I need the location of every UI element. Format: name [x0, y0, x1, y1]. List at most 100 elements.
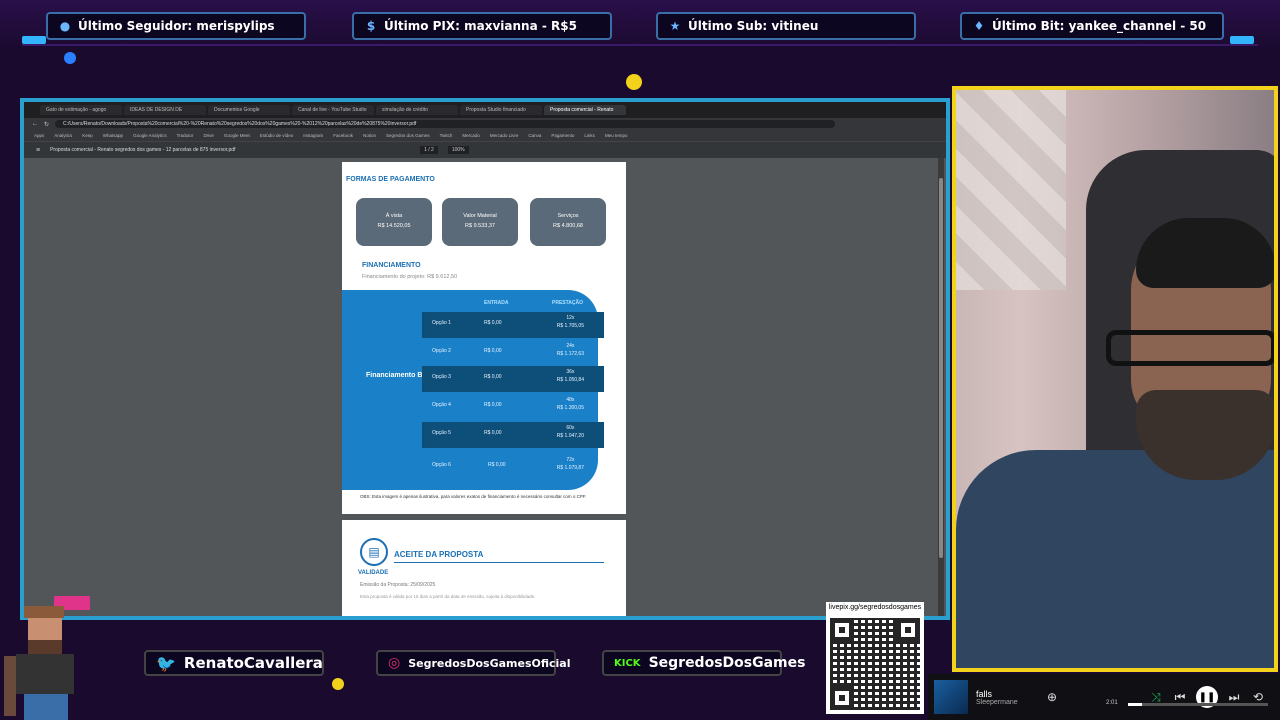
- payment-option: À vista R$ 14.520,05: [356, 198, 432, 246]
- deco-dot: [64, 52, 76, 64]
- screen-capture: Gato de estimação - agogo IDEAS DE DESIG…: [20, 98, 950, 620]
- financing-row: Opção 2 R$ 0,00 24x R$ 1.172,63: [422, 340, 604, 366]
- qr-code: [826, 614, 924, 714]
- bookmark[interactable]: Tradutor: [177, 133, 194, 138]
- row-option: Opção 3: [432, 374, 451, 380]
- financing-panel: Financiamento BV ENTRADA PRESTAÇÃO Opção…: [342, 290, 604, 490]
- browser-tab[interactable]: Canal de live - YouTube Studio: [292, 105, 374, 115]
- validity-line: Emissão da Proposta: 25/09/2025: [360, 582, 436, 588]
- url-field[interactable]: C:/Users/Renato/Downloads/Proposta%20com…: [55, 120, 836, 128]
- instagram-handle: SegredosDosGamesOficial: [408, 656, 571, 670]
- streamer-shirt: [956, 450, 1274, 668]
- row-term: 60x: [566, 425, 575, 431]
- deco-dot: [332, 678, 344, 690]
- row-amount: R$ 1.079,87: [556, 464, 584, 471]
- deco-bar: [1230, 36, 1254, 44]
- browser-tab-active[interactable]: Proposta comercial - Renato: [544, 105, 626, 115]
- reload-icon[interactable]: ↻: [44, 121, 49, 128]
- last-bit-text: Último Bit: yankee_channel - 50: [992, 19, 1207, 33]
- financing-label: Financiamento BV: [366, 372, 428, 379]
- browser-tab[interactable]: simulação de crédito: [376, 105, 458, 115]
- twitter-badge: 🐦 RenatoCavallera: [144, 650, 324, 676]
- bookmark[interactable]: Google Analytics: [133, 133, 167, 138]
- financing-title: FINANCIAMENTO: [362, 262, 421, 269]
- browser-tab[interactable]: IDEAS DE DESIGN DE: [124, 105, 206, 115]
- validity-note: Esta proposta é válida por 15 dias a par…: [360, 594, 536, 599]
- progress-track[interactable]: [1128, 703, 1268, 706]
- browser-tab[interactable]: Proposta Studio financiado: [460, 105, 542, 115]
- bookmark[interactable]: Mercado Livre: [490, 133, 519, 138]
- row-term: 36x: [566, 369, 575, 375]
- bookmark[interactable]: Canva: [528, 133, 541, 138]
- financing-row: Opção 3 R$ 0,00 36x R$ 1.050,84: [422, 366, 604, 392]
- browser-tab[interactable]: Gato de estimação - agogo: [40, 105, 122, 115]
- scrollbar[interactable]: [938, 158, 944, 616]
- divider: [22, 44, 1258, 46]
- bookmark[interactable]: Meu tempo: [605, 133, 628, 138]
- payment-option: Serviços R$ 4.800,68: [530, 198, 606, 246]
- payment-value: R$ 14.520,05: [377, 222, 411, 229]
- row-amount: R$ 1.050,84: [556, 376, 584, 383]
- bookmark[interactable]: Segredos dos Games: [386, 133, 430, 138]
- bookmark[interactable]: Apps: [34, 133, 44, 138]
- zoom-level[interactable]: 100%: [447, 146, 469, 154]
- deco-bar: [22, 36, 46, 44]
- qr-pattern: [830, 618, 920, 710]
- bookmark[interactable]: Notion: [363, 133, 376, 138]
- bookmark[interactable]: Whatsapp: [103, 133, 123, 138]
- bookmark[interactable]: Links: [584, 133, 595, 138]
- pdf-title: Proposta comercial - Renato segredos dos…: [50, 147, 236, 153]
- bookmark[interactable]: Mercado: [462, 133, 480, 138]
- alerts-bar: ● Último Seguidor: merispylips $ Último …: [0, 0, 1280, 50]
- payment-label: Valor Material: [463, 213, 497, 219]
- star-icon: ★: [669, 19, 681, 33]
- bookmark[interactable]: Facebook: [333, 133, 353, 138]
- financing-row: Opção 6 R$ 0,00 72x R$ 1.079,87: [422, 454, 604, 480]
- bookmark[interactable]: Analytics: [54, 133, 72, 138]
- validity-title: VALIDADE: [358, 570, 389, 576]
- row-amount: R$ 1.300,05: [556, 404, 584, 411]
- col-installment: PRESTAÇÃO: [552, 300, 584, 306]
- pacman-icon: [626, 74, 642, 90]
- playback-time: 2:01: [1106, 700, 1118, 706]
- pdf-toolbar: ≡ Proposta comercial - Renato segredos d…: [24, 142, 946, 158]
- row-term: 48x: [566, 397, 575, 403]
- qr-finder: [830, 618, 854, 642]
- back-icon[interactable]: ←: [32, 121, 38, 127]
- music-player: falls Sleepermane ⊕ ⤨ ⏮ ❚❚ ⏭ ⟲: [928, 674, 1280, 720]
- last-bit-alert: ♦ Último Bit: yankee_channel - 50: [960, 12, 1224, 40]
- repeat-icon[interactable]: ⟲: [1250, 690, 1266, 704]
- bookmark[interactable]: Instagram: [303, 133, 323, 138]
- streamer-hair: [1136, 218, 1274, 288]
- webcam-feed: [952, 86, 1278, 672]
- bookmark[interactable]: Twitch: [440, 133, 453, 138]
- row-option: Opção 4: [432, 402, 451, 408]
- row-entry: R$ 0,00: [484, 402, 502, 408]
- bookmark[interactable]: Google Meet: [224, 133, 250, 138]
- browser-tab[interactable]: Documentos Google: [208, 105, 290, 115]
- row-entry: R$ 0,00: [484, 430, 502, 436]
- bookmark[interactable]: Pagamento: [551, 133, 574, 138]
- row-term: 12x: [566, 315, 575, 321]
- payment-option: Valor Material R$ 9.533,37: [442, 198, 518, 246]
- row-amount: R$ 1.172,63: [556, 350, 584, 357]
- pdf-viewer: FORMAS DE PAGAMENTO À vista R$ 14.520,05…: [24, 158, 946, 616]
- browser-tabs: Gato de estimação - agogo IDEAS DE DESIG…: [24, 102, 946, 118]
- menu-icon[interactable]: ≡: [36, 147, 40, 154]
- album-art: [934, 680, 968, 714]
- bookmark[interactable]: Estúdio de vídeo: [260, 133, 294, 138]
- bookmark[interactable]: Drive: [203, 133, 214, 138]
- accept-title: ACEITE DA PROPOSTA: [394, 550, 484, 559]
- row-option: Opção 5: [432, 430, 451, 436]
- row-option: Opção 6: [432, 462, 451, 468]
- document-icon: ▤: [360, 538, 388, 566]
- add-icon[interactable]: ⊕: [1044, 690, 1060, 704]
- row-entry: R$ 0,00: [488, 462, 506, 468]
- pixel-character: [4, 596, 90, 720]
- wall-art: [956, 90, 1066, 290]
- row-option: Opção 2: [432, 348, 451, 354]
- kick-handle: SegredosDosGames: [648, 655, 806, 671]
- bookmark[interactable]: Keep: [82, 133, 93, 138]
- page-indicator[interactable]: 1 / 2: [420, 146, 438, 154]
- last-sub-alert: ★ Último Sub: vitineu: [656, 12, 916, 40]
